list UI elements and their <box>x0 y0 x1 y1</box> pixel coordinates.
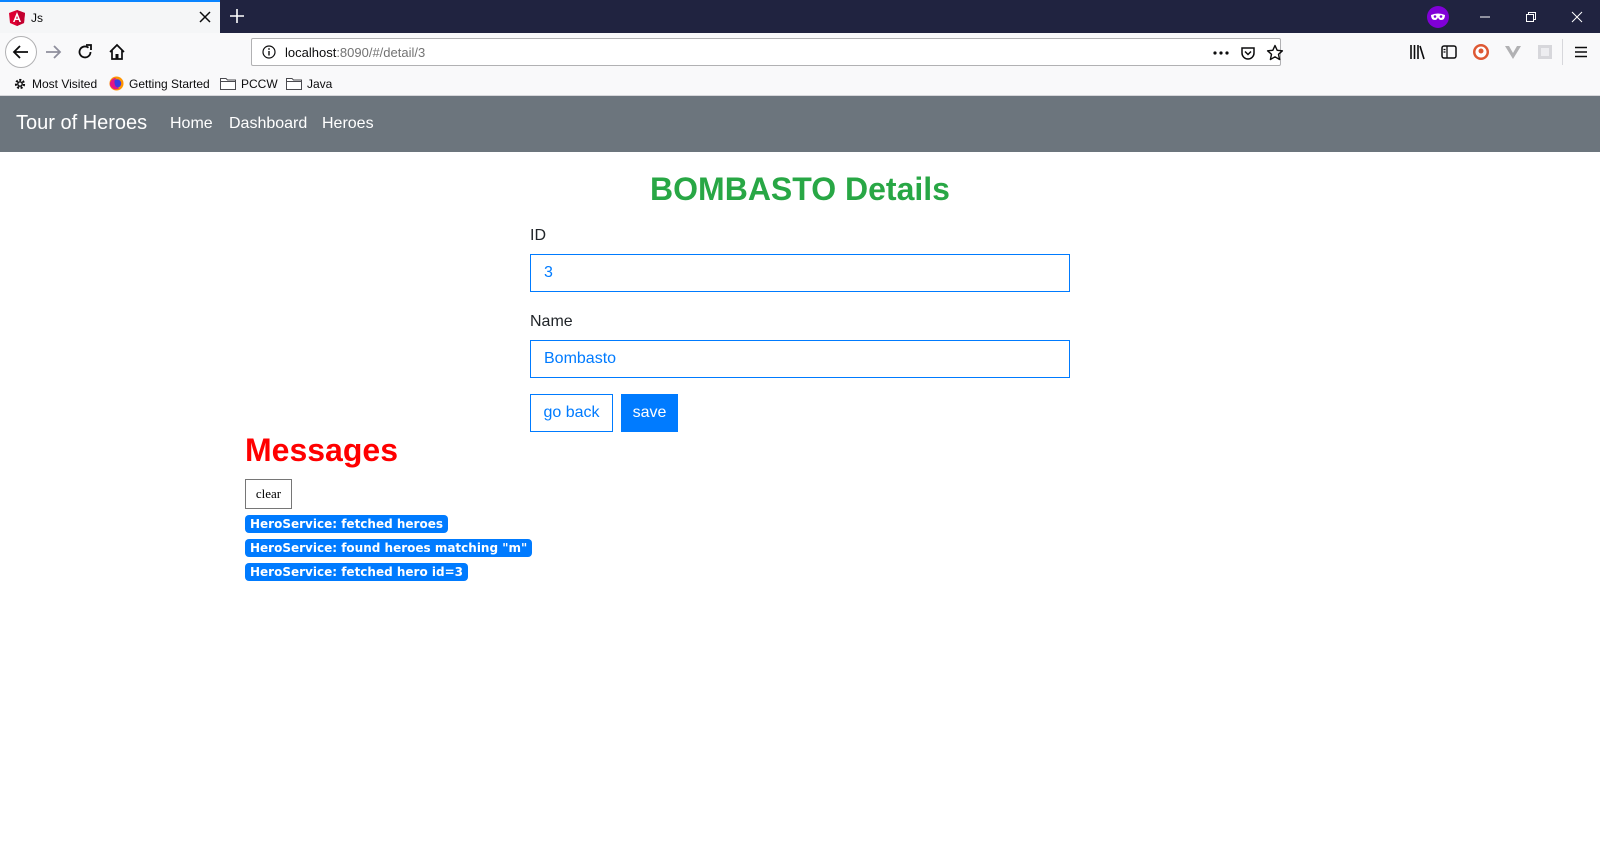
bookmark-folder-java[interactable]: Java <box>286 75 332 92</box>
url-path: :8090/#/detail/3 <box>336 45 426 60</box>
id-label: ID <box>530 227 546 244</box>
pocket-icon <box>1241 47 1255 60</box>
message-item: HeroService: fetched hero id=3 <box>245 563 468 581</box>
folder-icon <box>220 78 236 90</box>
vue-devtools-button[interactable] <box>1498 37 1528 67</box>
library-button[interactable] <box>1402 37 1432 67</box>
close-window-button[interactable] <box>1554 0 1600 33</box>
bookmark-star-button[interactable] <box>1265 43 1285 63</box>
reload-button[interactable] <box>70 37 100 67</box>
bookmark-label: Getting Started <box>129 76 210 91</box>
minimize-button[interactable] <box>1462 0 1508 33</box>
restore-button[interactable] <box>1508 0 1554 33</box>
clear-button[interactable]: clear <box>245 479 292 509</box>
angular-icon <box>9 10 25 26</box>
sidebar-icon <box>1441 45 1457 59</box>
library-icon <box>1410 45 1425 60</box>
bookmark-label: Most Visited <box>32 76 98 91</box>
name-label: Name <box>530 313 573 330</box>
detail-title: BOMBASTO Details <box>650 171 950 207</box>
id-field[interactable] <box>530 254 1070 292</box>
duckduckgo-button[interactable] <box>1466 37 1496 67</box>
home-button[interactable] <box>102 37 132 67</box>
go-back-button[interactable]: go back <box>530 394 613 432</box>
private-browsing-icon <box>1427 6 1449 28</box>
messages-title: Messages <box>245 432 398 468</box>
arrow-left-icon <box>12 45 28 59</box>
vue-icon <box>1505 46 1521 59</box>
bookmark-label: PCCW <box>241 76 278 91</box>
duckduckgo-icon <box>1473 44 1489 60</box>
arrow-right-icon <box>46 45 62 59</box>
menu-button[interactable] <box>1566 37 1596 67</box>
bookmark-getting-started[interactable]: Getting Started <box>109 75 210 92</box>
forward-button[interactable] <box>38 37 68 67</box>
info-icon[interactable] <box>262 45 276 59</box>
new-tab-icon[interactable] <box>229 8 245 24</box>
bookmark-most-visited[interactable]: Most Visited <box>13 75 97 92</box>
hamburger-icon <box>1575 46 1587 58</box>
extension-button[interactable] <box>1530 37 1560 67</box>
tab-title: Js <box>31 11 43 25</box>
close-tab-icon[interactable] <box>196 8 214 26</box>
save-button[interactable]: save <box>621 394 678 432</box>
minimize-icon <box>1480 16 1490 17</box>
close-icon <box>1571 11 1583 22</box>
nav-link-home[interactable]: Home <box>170 115 213 133</box>
extension-icon <box>1538 45 1552 59</box>
back-button[interactable] <box>5 36 37 68</box>
folder-icon <box>286 78 302 90</box>
bookmark-folder-pccw[interactable]: PCCW <box>220 75 278 92</box>
bookmark-label: Java <box>307 76 333 91</box>
toolbar-divider <box>1562 39 1563 65</box>
url-host: localhost <box>285 45 337 60</box>
page-actions-button[interactable] <box>1211 43 1231 63</box>
url-text[interactable]: localhost:8090/#/detail/3 <box>285 45 425 60</box>
message-item: HeroService: fetched heroes <box>245 515 448 533</box>
url-bar[interactable]: localhost:8090/#/detail/3 <box>251 38 1284 66</box>
browser-tab[interactable]: Js <box>0 0 220 33</box>
pocket-button[interactable] <box>1238 43 1258 63</box>
nav-link-heroes[interactable]: Heroes <box>322 115 374 133</box>
star-icon <box>1266 44 1284 61</box>
restore-icon <box>1526 11 1536 22</box>
name-field[interactable] <box>530 340 1070 378</box>
bookmarks-toolbar: Most Visited Getting Started PCCW Java <box>0 71 1600 96</box>
firefox-icon <box>109 76 124 91</box>
home-icon <box>109 43 125 60</box>
browser-tab-strip: Js <box>0 0 1600 33</box>
browser-toolbar: localhost:8090/#/detail/3 <box>0 33 1600 71</box>
app-navbar: Tour of Heroes Home Dashboard Heroes <box>0 96 1600 152</box>
more-dots-icon <box>1213 51 1229 55</box>
gear-icon <box>14 78 26 89</box>
sidebar-button[interactable] <box>1434 37 1464 67</box>
reload-icon <box>78 44 92 59</box>
navbar-brand[interactable]: Tour of Heroes <box>16 112 147 135</box>
message-item: HeroService: found heroes matching "m" <box>245 539 533 557</box>
nav-link-dashboard[interactable]: Dashboard <box>229 115 307 133</box>
